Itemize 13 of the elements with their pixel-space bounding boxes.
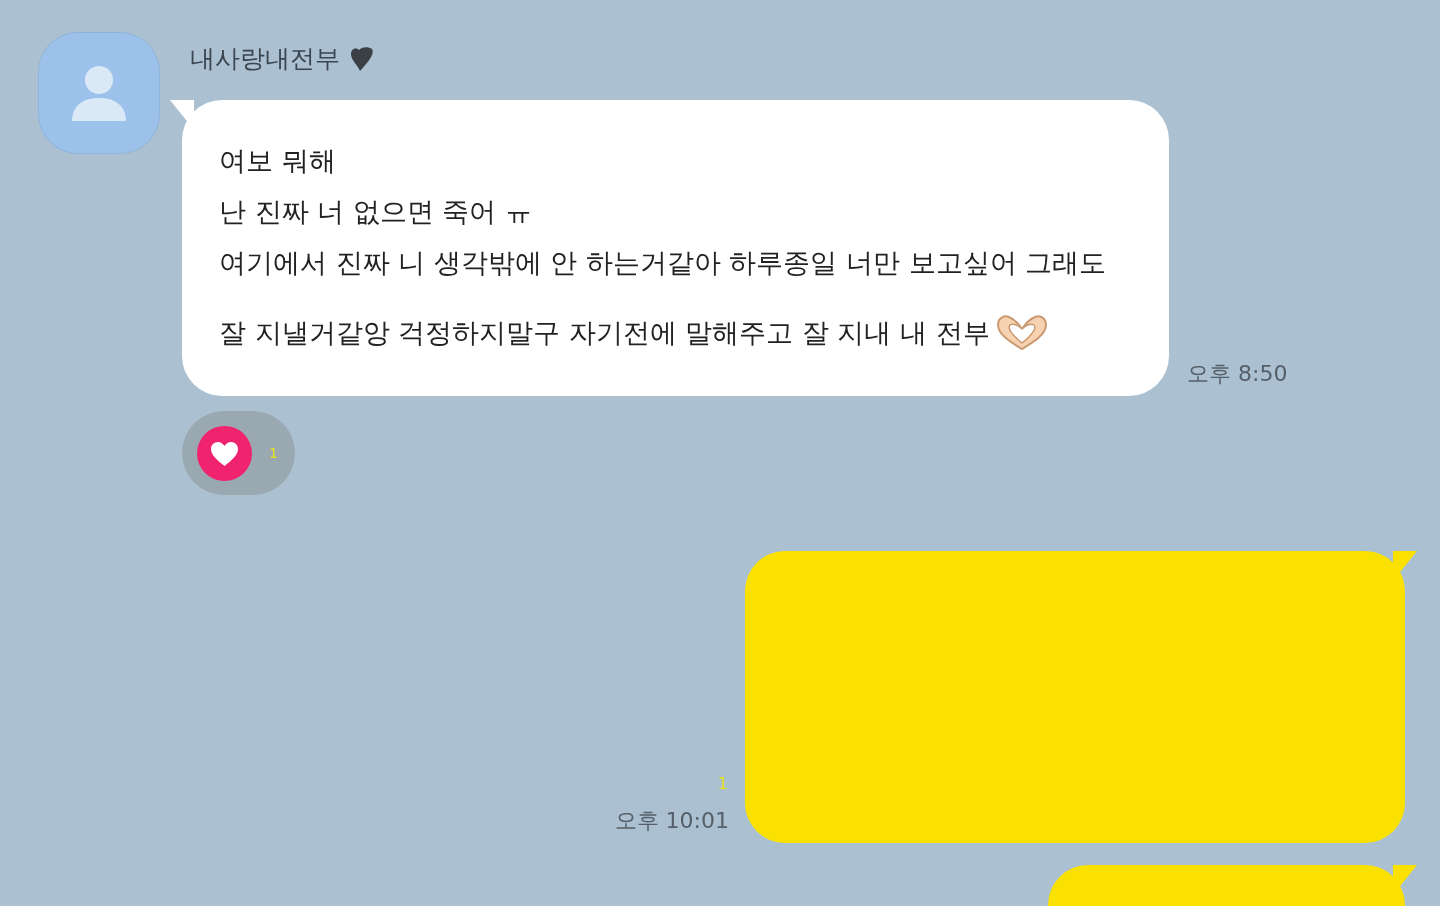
- avatar[interactable]: [38, 32, 160, 154]
- message-text: 여기에서 진짜 니 생각밖에 안 하는거같아 하루종일 너만 보고싶어 그래도: [219, 246, 1107, 281]
- unread-count: 1: [717, 773, 728, 795]
- message-text: 여보 뭐해: [219, 144, 336, 179]
- message-text: 난 진짜 너 없으면 죽어 ㅠ: [219, 195, 532, 230]
- reaction-count: 1: [269, 443, 278, 463]
- reaction-pill[interactable]: 1: [182, 411, 295, 495]
- contact-name: 내사랑내전부: [190, 43, 340, 76]
- heart-icon: [350, 46, 374, 72]
- message-time: 오후 10:01: [614, 807, 729, 835]
- message-text: 잘 지낼거같앙 걱정하지말구 자기전에 말해주고 잘 지내 내 전부: [219, 315, 990, 350]
- message-time: 오후 8:50: [1187, 360, 1288, 388]
- person-icon: [72, 65, 126, 121]
